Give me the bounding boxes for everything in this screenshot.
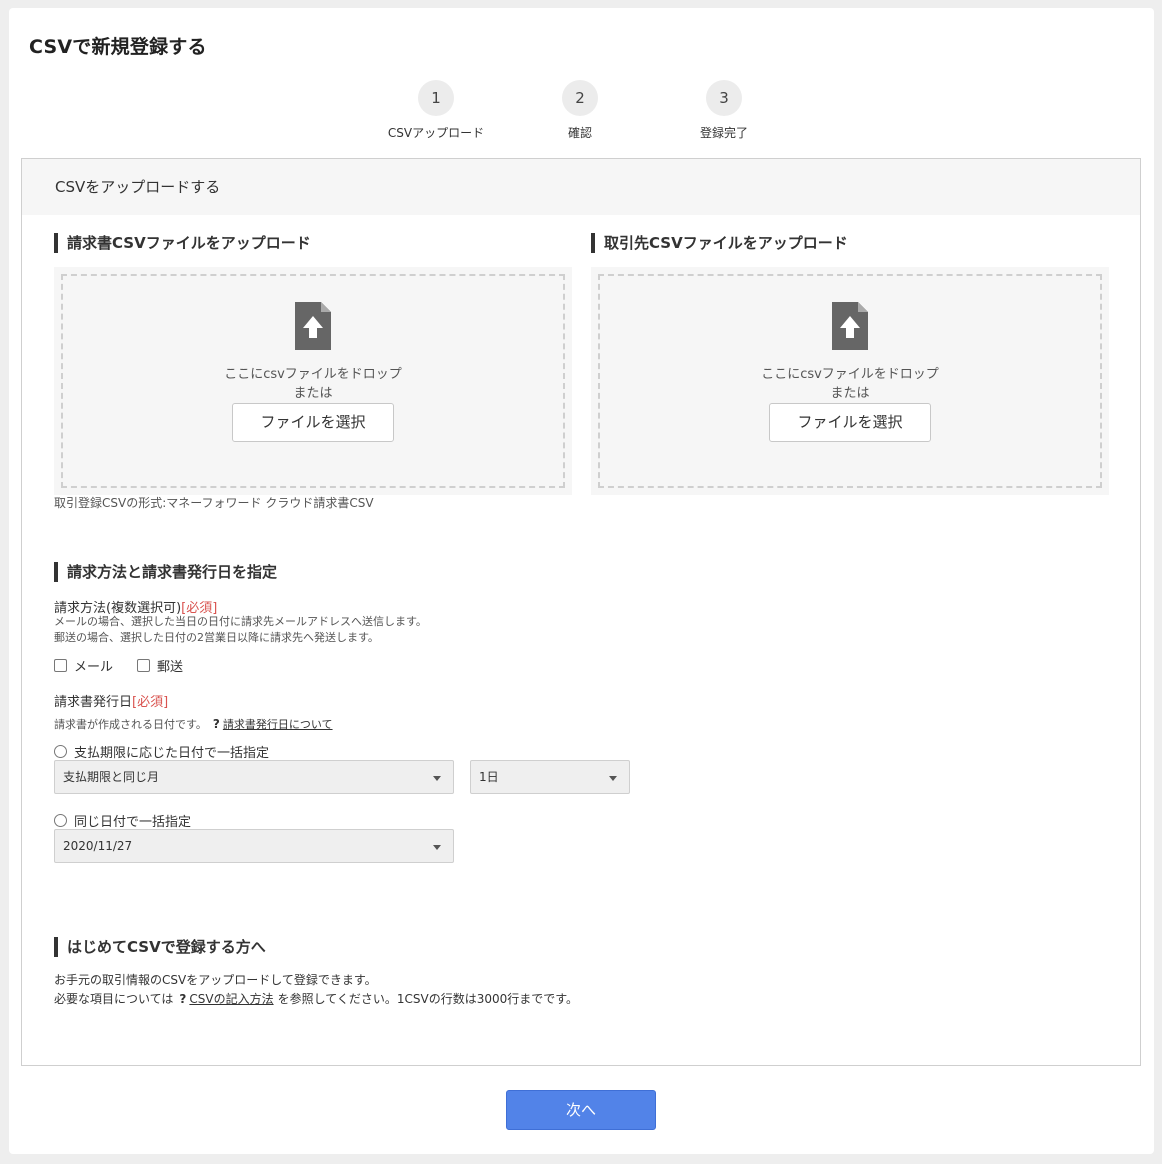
file-upload-icon xyxy=(295,302,331,350)
invoice-dropzone[interactable]: ここにcsvファイルをドロップ または ファイルを選択 xyxy=(61,274,565,488)
radio-label: 同じ日付で一括指定 xyxy=(74,815,192,830)
intro-section-title: はじめてCSVで登録する方へ xyxy=(54,937,266,957)
checkbox-box[interactable] xyxy=(54,659,67,672)
issue-date-select[interactable]: 2020/11/27 xyxy=(54,829,454,863)
step-1: 1 CSVアップロード xyxy=(366,80,506,141)
partner-upload-title: 取引先CSVファイルをアップロード xyxy=(591,233,848,253)
due-day-select[interactable]: 1日 xyxy=(470,760,630,794)
step-number: 3 xyxy=(706,80,742,116)
select-value: 2020/11/27 xyxy=(63,839,133,853)
intro-line-prefix: 必要な項目については xyxy=(54,992,174,1006)
caret-down-icon xyxy=(433,776,441,781)
intro-line: お手元の取引情報のCSVをアップロードして登録できます。 xyxy=(54,973,377,987)
format-note: 取引登録CSVの形式:マネーフォワード クラウド請求書CSV xyxy=(54,496,374,510)
radio-label: 支払期限に応じた日付で一括指定 xyxy=(74,746,270,761)
or-text: または xyxy=(830,386,870,401)
intro-line: 必要な項目については? CSVの記入方法 を参照してください。1CSVの行数は300… xyxy=(54,990,578,1009)
due-month-select[interactable]: 支払期限と同じ月 xyxy=(54,760,454,794)
invoice-upload-title: 請求書CSVファイルをアップロード xyxy=(54,233,311,253)
partner-upload-box: ここにcsvファイルをドロップ または ファイルを選択 xyxy=(591,267,1109,495)
radio-due-date-based[interactable]: 支払期限に応じた日付で一括指定 xyxy=(54,742,269,761)
drop-instructions: ここにcsvファイルをドロップ または xyxy=(63,365,563,403)
checkbox-email[interactable]: メール xyxy=(54,656,113,675)
issue-date-label: 請求書発行日[必須] xyxy=(54,691,168,710)
invoice-select-file-button[interactable]: ファイルを選択 xyxy=(232,403,394,442)
step-label: 確認 xyxy=(567,126,592,140)
help-line: 郵送の場合、選択した日付の2営業日以降に請求先へ発送します。 xyxy=(54,631,379,644)
question-icon: ? xyxy=(212,717,220,731)
step-number: 2 xyxy=(562,80,598,116)
step-2: 2 確認 xyxy=(510,80,650,141)
drop-instructions: ここにcsvファイルをドロップ または xyxy=(600,365,1100,403)
drop-text: ここにcsvファイルをドロップ xyxy=(761,367,939,382)
radio-same-date[interactable]: 同じ日付で一括指定 xyxy=(54,811,191,830)
checkbox-box[interactable] xyxy=(137,659,151,672)
intro-line-suffix: を参照してください。1CSVの行数は3000行までです。 xyxy=(277,992,579,1006)
intro-text: お手元の取引情報のCSVをアップロードして登録できます。 必要な項目については?… xyxy=(54,971,578,1009)
issue-date-help-link[interactable]: 請求書発行日について xyxy=(223,718,333,731)
issue-date-help-text: 請求書が作成される日付です。 xyxy=(54,718,207,731)
question-icon: ? xyxy=(179,992,187,1006)
step-indicator: 1 CSVアップロード 2 確認 3 登録完了 xyxy=(9,80,1154,160)
checkbox-postal[interactable]: 郵送 xyxy=(137,656,183,675)
step-number: 1 xyxy=(418,80,454,116)
main-card: CSVで新規登録する 1 CSVアップロード 2 確認 3 登録完了 CSVをア… xyxy=(9,8,1154,1154)
checkbox-label: 郵送 xyxy=(157,660,184,675)
required-badge: [必須] xyxy=(132,695,169,710)
next-button[interactable]: 次へ xyxy=(506,1090,656,1130)
billing-method-options: メール 郵送 xyxy=(54,656,207,675)
step-3: 3 登録完了 xyxy=(654,80,794,141)
select-value: 1日 xyxy=(479,770,499,784)
partner-select-file-button[interactable]: ファイルを選択 xyxy=(769,403,931,442)
billing-section-title: 請求方法と請求書発行日を指定 xyxy=(54,562,277,582)
step-label: 登録完了 xyxy=(699,126,748,140)
upload-panel: CSVをアップロードする 請求書CSVファイルをアップロード ここにcsvファイ… xyxy=(21,158,1141,1066)
step-label: CSVアップロード xyxy=(387,126,485,140)
help-line: メールの場合、選択した当日の日付に請求先メールアドレスへ送信します。 xyxy=(54,615,427,628)
caret-down-icon xyxy=(609,776,617,781)
invoice-upload-box: ここにcsvファイルをドロップ または ファイルを選択 xyxy=(54,267,572,495)
file-upload-icon xyxy=(832,302,868,350)
radio-circle[interactable] xyxy=(54,814,67,827)
csv-guide-link[interactable]: CSVの記入方法 xyxy=(189,992,273,1006)
issue-date-label-text: 請求書発行日 xyxy=(54,695,133,710)
panel-header: CSVをアップロードする xyxy=(22,159,1140,215)
or-text: または xyxy=(293,386,333,401)
partner-dropzone[interactable]: ここにcsvファイルをドロップ または ファイルを選択 xyxy=(598,274,1102,488)
radio-circle[interactable] xyxy=(54,745,67,758)
caret-down-icon xyxy=(433,845,441,850)
page-title: CSVで新規登録する xyxy=(29,36,207,58)
checkbox-label: メール xyxy=(74,660,114,675)
issue-date-help: 請求書が作成される日付です。? 請求書発行日について xyxy=(54,716,333,733)
drop-text: ここにcsvファイルをドロップ xyxy=(224,367,402,382)
select-value: 支払期限と同じ月 xyxy=(63,770,160,784)
billing-method-help: メールの場合、選択した当日の日付に請求先メールアドレスへ送信します。 郵送の場合… xyxy=(54,614,427,646)
